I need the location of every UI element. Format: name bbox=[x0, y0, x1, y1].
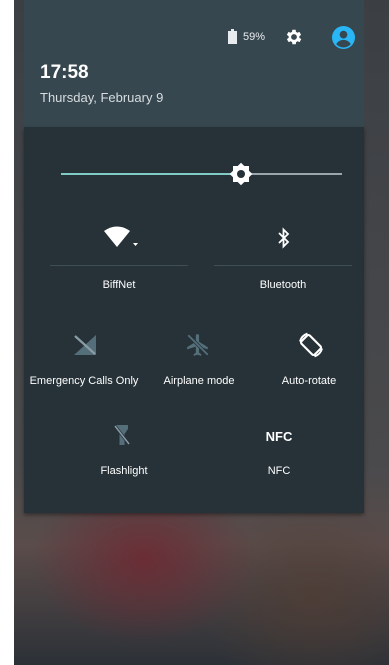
airplane-label: Airplane mode bbox=[163, 375, 235, 387]
nfc-icon: NFC bbox=[265, 429, 293, 444]
wifi-icon bbox=[104, 226, 138, 247]
clock: 17:58 bbox=[40, 62, 89, 83]
flashlight-label: Flashlight bbox=[100, 465, 148, 477]
wifi-divider bbox=[50, 265, 188, 266]
tile-cellular[interactable]: Emergency Calls Only bbox=[24, 332, 144, 392]
gear-icon[interactable] bbox=[284, 27, 304, 47]
quick-settings-panel: BiffNet Bluetooth Emergency Calls Only A… bbox=[24, 127, 364, 513]
nfc-label: NFC bbox=[267, 465, 291, 477]
brightness-track-empty[interactable] bbox=[241, 173, 342, 175]
notification-header: 59% 17:58 Thursday, February 9 bbox=[24, 0, 364, 127]
bluetooth-icon bbox=[278, 227, 290, 249]
battery-icon bbox=[228, 29, 237, 44]
tile-wifi[interactable]: BiffNet bbox=[50, 220, 188, 298]
left-edge bbox=[0, 0, 14, 665]
wifi-label: BiffNet bbox=[102, 279, 136, 291]
battery-percent: 59% bbox=[243, 31, 266, 43]
date: Thursday, February 9 bbox=[40, 90, 164, 105]
account-icon[interactable] bbox=[332, 26, 355, 49]
brightness-track-filled[interactable] bbox=[61, 173, 241, 175]
tile-bluetooth[interactable]: Bluetooth bbox=[214, 220, 352, 298]
tile-nfc[interactable]: NFC NFC bbox=[224, 422, 334, 482]
no-signal-icon bbox=[74, 335, 96, 355]
auto-rotate-icon bbox=[299, 332, 323, 358]
tile-flashlight[interactable]: Flashlight bbox=[64, 422, 184, 482]
cellular-label: Emergency Calls Only bbox=[29, 375, 139, 387]
bluetooth-label: Bluetooth bbox=[259, 279, 307, 291]
flashlight-icon bbox=[113, 425, 131, 445]
tile-auto-rotate[interactable]: Auto-rotate bbox=[254, 332, 364, 392]
brightness-thumb[interactable] bbox=[229, 162, 253, 186]
auto-rotate-label: Auto-rotate bbox=[281, 375, 337, 387]
bluetooth-divider bbox=[214, 265, 352, 266]
tile-airplane[interactable]: Airplane mode bbox=[144, 332, 254, 392]
airplane-icon bbox=[187, 334, 209, 356]
